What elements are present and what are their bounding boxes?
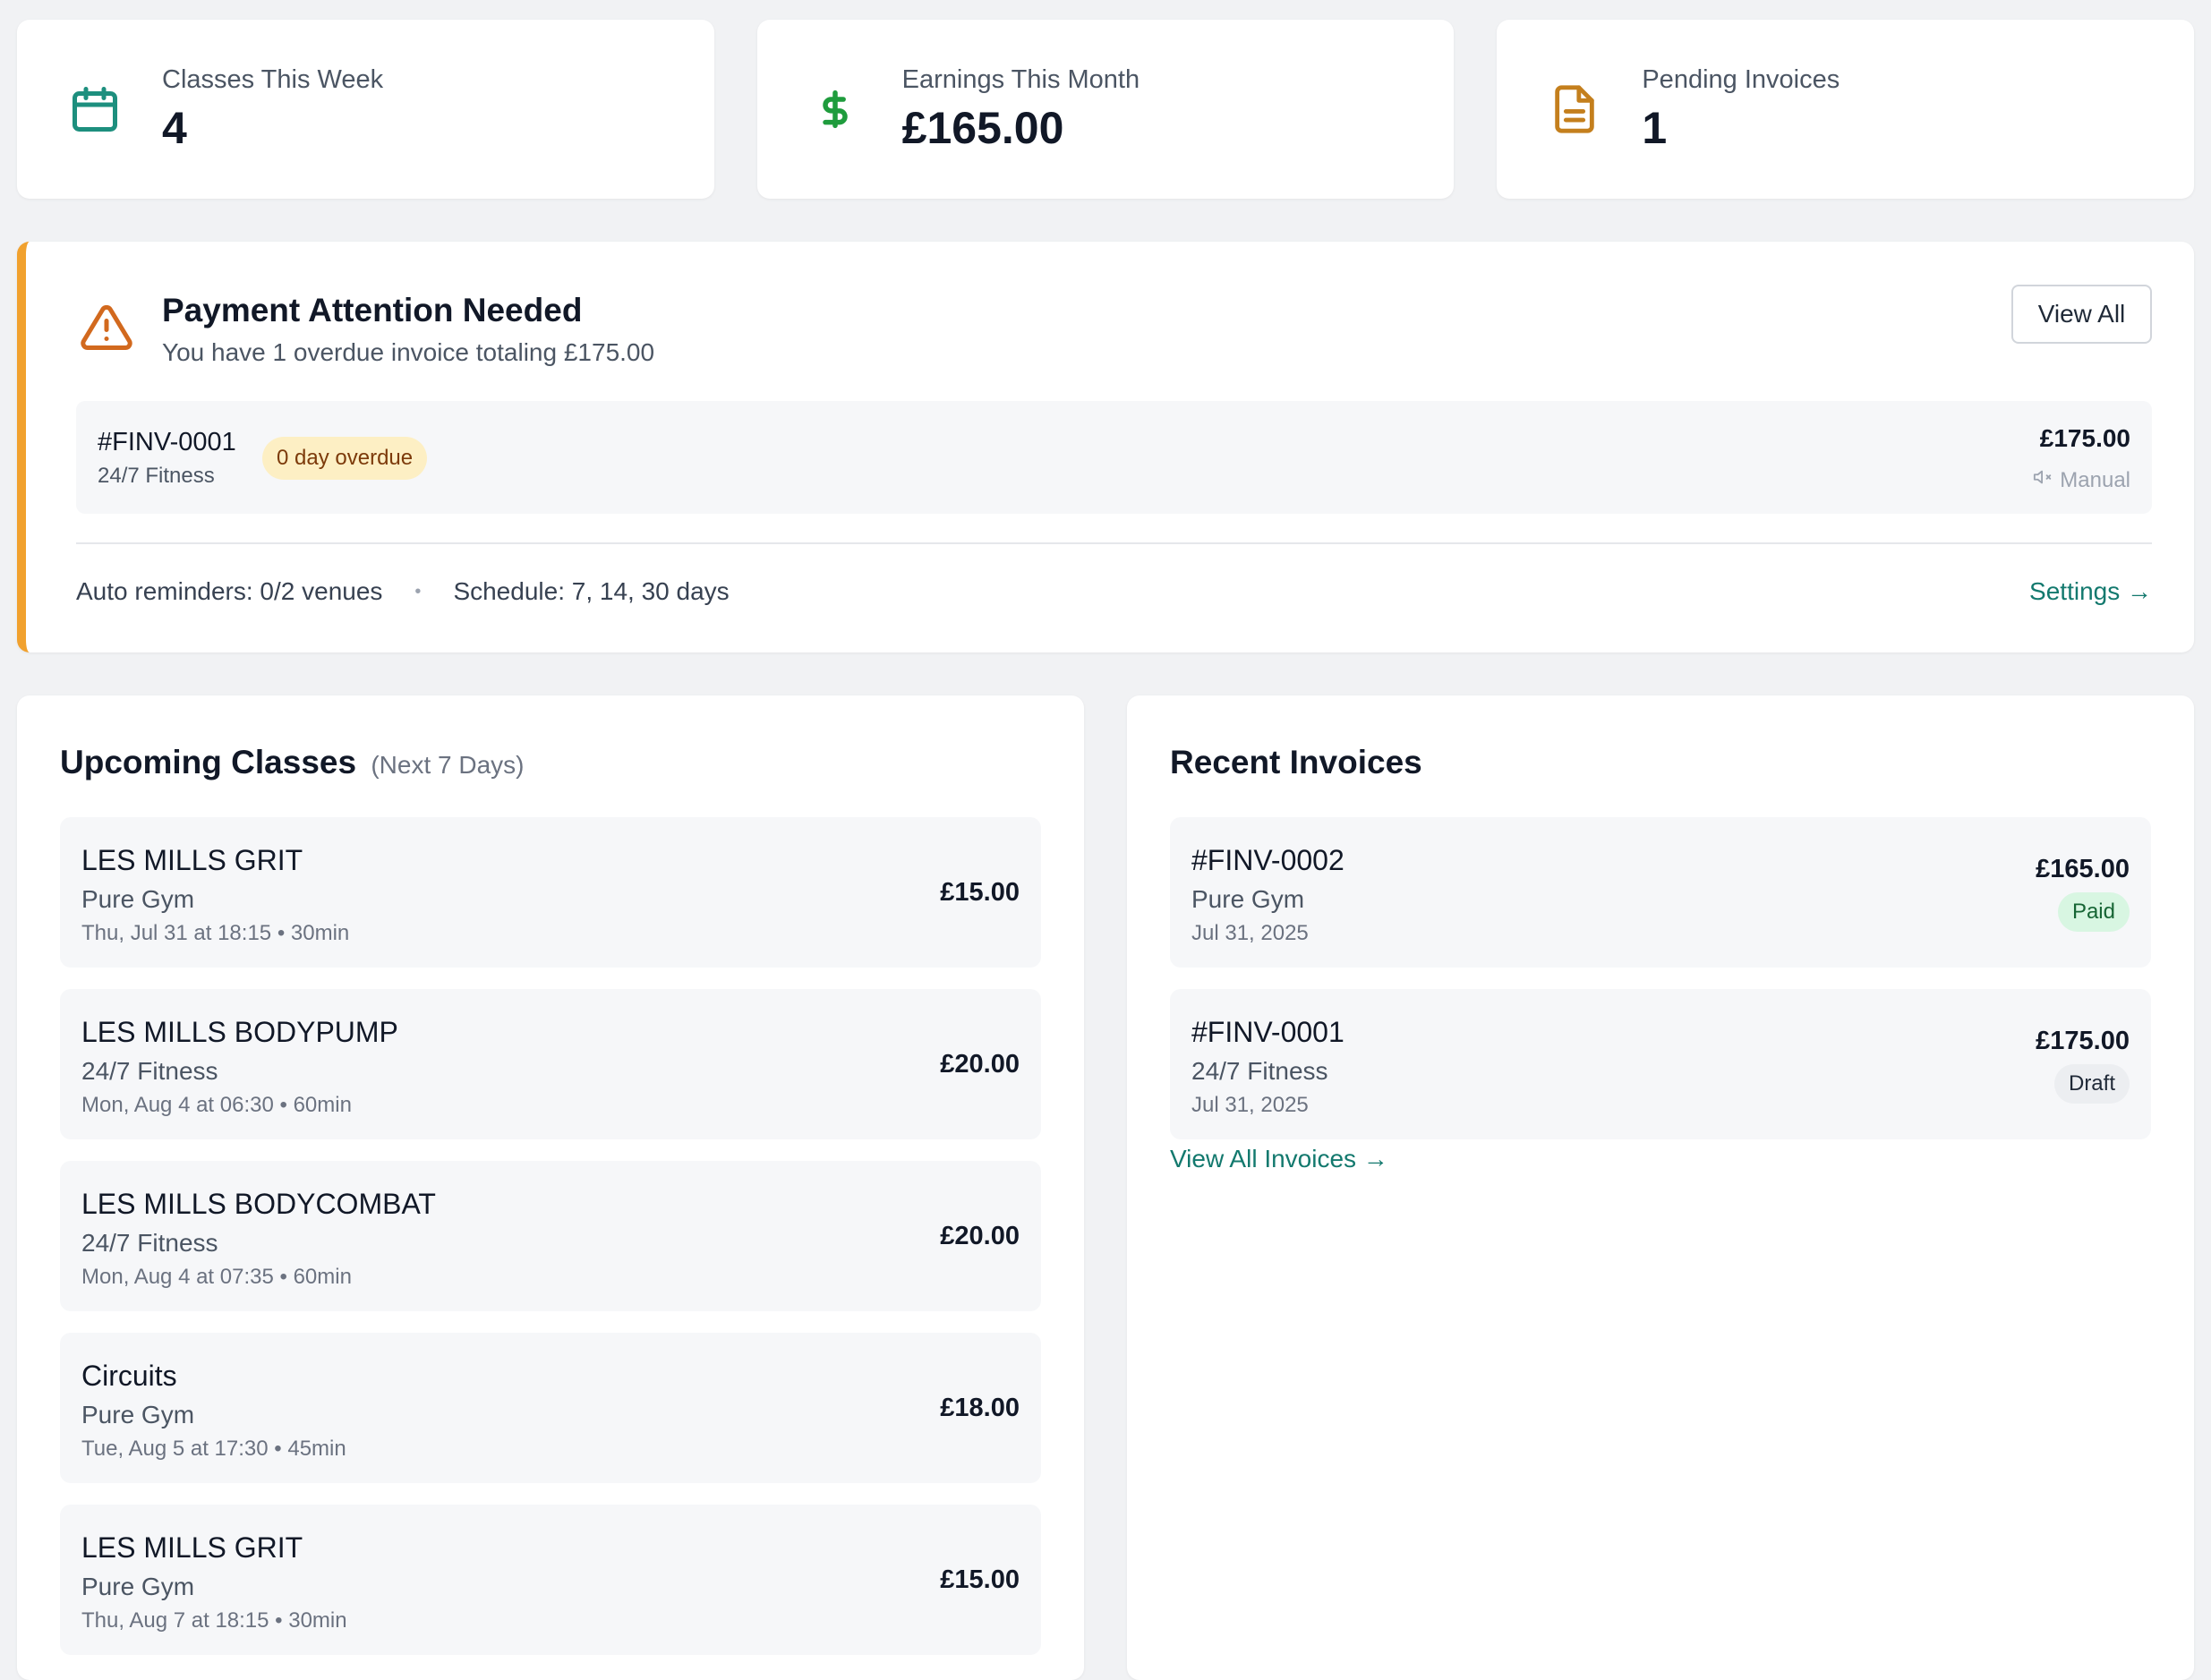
class-price: £15.00 (940, 1565, 1020, 1594)
upcoming-title: Upcoming Classes (60, 744, 357, 780)
class-price: £20.00 (940, 1050, 1020, 1079)
alert-subtitle: You have 1 overdue invoice totaling £175… (162, 338, 655, 366)
stat-label: Earnings This Month (901, 64, 1140, 94)
invoice-id: #FINV-0001 (1191, 1016, 1345, 1048)
invoice-id: #FINV-0002 (1191, 844, 1345, 876)
invoice-id: #FINV-0001 (98, 428, 236, 456)
invoices-title: Recent Invoices (1170, 744, 1422, 780)
invoice-amount: £175.00 (2039, 424, 2130, 452)
class-name: LES MILLS GRIT (81, 844, 303, 876)
speaker-muted-icon (2033, 467, 2053, 493)
separator-dot: • (414, 581, 422, 601)
warning-icon (80, 301, 133, 359)
class-venue: Pure Gym (81, 885, 195, 913)
status-badge: Draft (2053, 1064, 2130, 1104)
class-time: Mon, Aug 4 at 07:35 • 60min (81, 1265, 352, 1289)
class-venue: 24/7 Fitness (81, 1057, 218, 1085)
reminder-mode-label: Manual (2060, 467, 2130, 492)
auto-reminders-text: Auto reminders: 0/2 venues (76, 577, 383, 605)
class-item[interactable]: LES MILLS BODYCOMBAT 24/7 Fitness Mon, A… (60, 1161, 1041, 1311)
stat-label: Classes This Week (162, 64, 384, 94)
view-all-invoices-link[interactable]: View All Invoices → (1170, 1145, 1388, 1173)
class-list: LES MILLS GRIT Pure Gym Thu, Jul 31 at 1… (60, 817, 1041, 1655)
class-time: Thu, Aug 7 at 18:15 • 30min (81, 1608, 347, 1633)
alert-title: Payment Attention Needed (162, 292, 583, 328)
overdue-badge: 0 day overdue (262, 437, 428, 480)
class-venue: 24/7 Fitness (81, 1229, 218, 1257)
stat-card-earnings: Earnings This Month £165.00 (756, 20, 1455, 199)
view-all-button[interactable]: View All (2011, 285, 2152, 344)
upcoming-classes-panel: Upcoming Classes (Next 7 Days) LES MILLS… (17, 695, 1084, 1680)
class-venue: Pure Gym (81, 1401, 195, 1428)
class-item[interactable]: LES MILLS GRIT Pure Gym Thu, Aug 7 at 18… (60, 1505, 1041, 1655)
reminder-mode: Manual (2033, 467, 2130, 493)
stats-row: Classes This Week 4 Earnings This Month … (17, 20, 2195, 199)
calendar-icon (62, 76, 128, 142)
invoice-list: #FINV-0002 Pure Gym Jul 31, 2025 £165.00… (1170, 817, 2151, 1139)
stat-label: Pending Invoices (1642, 64, 1840, 94)
invoice-date: Jul 31, 2025 (1191, 921, 1309, 945)
status-badge: Paid (2057, 892, 2130, 932)
class-item[interactable]: LES MILLS GRIT Pure Gym Thu, Jul 31 at 1… (60, 817, 1041, 968)
invoice-venue: Pure Gym (1191, 885, 1305, 913)
alert-footer: Auto reminders: 0/2 venues • Schedule: 7… (76, 577, 730, 606)
divider (76, 542, 2152, 544)
class-venue: Pure Gym (81, 1573, 195, 1600)
schedule-text: Schedule: 7, 14, 30 days (453, 577, 730, 605)
invoice-amount: £165.00 (2036, 855, 2130, 883)
invoice-item[interactable]: #FINV-0001 24/7 Fitness Jul 31, 2025 £17… (1170, 989, 2151, 1139)
class-time: Mon, Aug 4 at 06:30 • 60min (81, 1093, 352, 1117)
recent-invoices-panel: Recent Invoices #FINV-0002 Pure Gym Jul … (1127, 695, 2194, 1680)
class-time: Thu, Jul 31 at 18:15 • 30min (81, 921, 350, 945)
upcoming-subtitle: (Next 7 Days) (371, 751, 525, 779)
stat-value: 4 (162, 102, 187, 153)
class-item[interactable]: LES MILLS BODYPUMP 24/7 Fitness Mon, Aug… (60, 989, 1041, 1139)
class-item[interactable]: Circuits Pure Gym Tue, Aug 5 at 17:30 • … (60, 1333, 1041, 1483)
class-price: £20.00 (940, 1222, 1020, 1250)
invoice-venue: 24/7 Fitness (98, 464, 215, 488)
stat-card-classes: Classes This Week 4 (17, 20, 714, 199)
invoice-amount: £175.00 (2036, 1027, 2130, 1055)
class-name: LES MILLS BODYPUMP (81, 1016, 398, 1048)
payment-alert-card: Payment Attention Needed You have 1 over… (17, 242, 2194, 652)
invoice-date: Jul 31, 2025 (1191, 1093, 1309, 1117)
class-time: Tue, Aug 5 at 17:30 • 45min (81, 1437, 346, 1461)
invoice-venue: 24/7 Fitness (1191, 1057, 1328, 1085)
dollar-icon (802, 76, 868, 142)
class-price: £15.00 (940, 878, 1020, 907)
class-name: LES MILLS GRIT (81, 1531, 303, 1564)
panel-title: Upcoming Classes (Next 7 Days) (60, 744, 525, 781)
settings-link[interactable]: Settings → (2029, 577, 2152, 606)
invoice-item[interactable]: #FINV-0002 Pure Gym Jul 31, 2025 £165.00… (1170, 817, 2151, 968)
document-icon (1541, 76, 1608, 142)
class-price: £18.00 (940, 1394, 1020, 1422)
stat-value: £165.00 (901, 102, 1064, 153)
stat-value: 1 (1642, 102, 1668, 153)
stat-card-invoices: Pending Invoices 1 (1497, 20, 2195, 199)
overdue-invoice-row[interactable]: #FINV-0001 24/7 Fitness 0 day overdue £1… (76, 401, 2152, 514)
class-name: LES MILLS BODYCOMBAT (81, 1188, 436, 1220)
class-name: Circuits (81, 1360, 177, 1392)
